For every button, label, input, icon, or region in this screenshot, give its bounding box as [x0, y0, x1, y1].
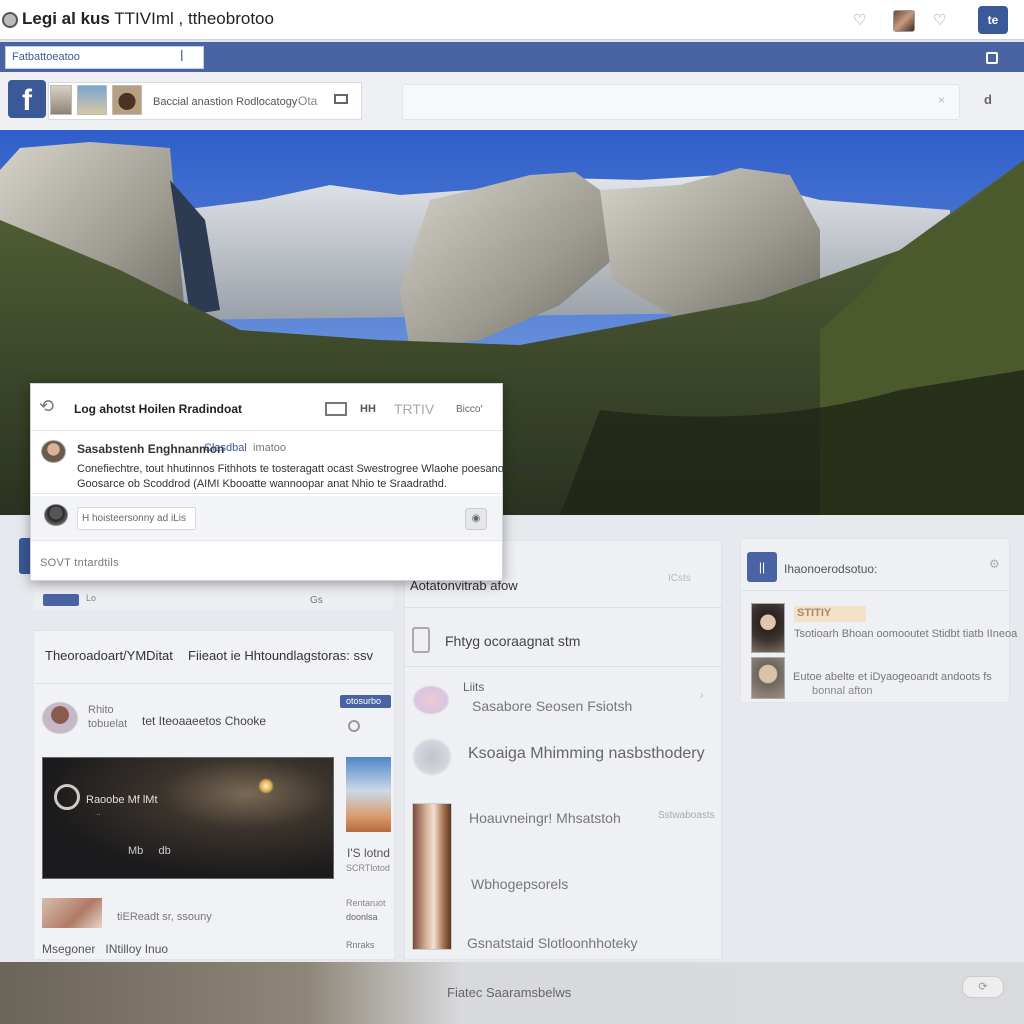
refresh-button[interactable]: ⟳ — [962, 976, 1004, 998]
list-item[interactable]: Ksoaiga Mhimming nasbsthodery — [468, 745, 705, 763]
composer-hint: Lo — [86, 593, 97, 603]
video-subtitle: .. — [86, 808, 112, 817]
post-body-line: Conefiechtre, tout hhutinnos Fithhots te… — [77, 463, 538, 475]
window-title: Legi al kus TTIVIml , ttheobrotoo — [22, 9, 274, 28]
divider — [36, 683, 392, 684]
heart-icon[interactable]: ♡ — [853, 11, 866, 29]
side-caption: Rentaruot — [346, 898, 386, 908]
video-icon[interactable] — [334, 94, 348, 104]
shortcut-label-secondary: Ota — [298, 94, 318, 108]
suggestions-title: Ihaonoerodsotuo: — [784, 562, 878, 576]
suggestion-text[interactable]: Tsotioarh Bhoan oomooutet Stidbt tiatb I… — [794, 628, 1017, 640]
author-tag-link[interactable]: Clasdbal — [204, 442, 247, 454]
avatar — [44, 504, 68, 526]
list-item-label: Liits — [463, 680, 485, 694]
suggestion-subtext: bonnal afton — [812, 685, 873, 697]
post-button[interactable] — [43, 594, 79, 606]
pin-icon[interactable]: ꟾ — [180, 50, 184, 64]
account-button[interactable]: te — [978, 6, 1008, 34]
refresh-icon[interactable]: ⟲ — [39, 396, 54, 417]
bottom-label: Fiatec Saaramsbelws — [447, 985, 572, 1000]
avatar[interactable] — [42, 702, 78, 734]
post-footer: Msegoner INtilloy Inuo — [42, 942, 169, 956]
suggestion-text[interactable]: Eutoe abelte et iDyaogeoandt andoots fs — [793, 671, 992, 683]
clear-search-icon[interactable]: × — [938, 93, 945, 107]
video-icon[interactable] — [325, 402, 347, 416]
pages-icon: || — [747, 552, 777, 582]
post-body-line: Goosarce ob Scoddrod (AIMI Kbooatte wann… — [77, 478, 447, 490]
status-badge-label: STITIY — [797, 607, 832, 619]
search-input[interactable] — [402, 84, 960, 120]
post-card-header-secondary: Fiieaot ie Hhtoundlagstoras: ssv — [188, 648, 373, 663]
dialog-toolbar-label[interactable]: TRTIV — [394, 401, 434, 417]
author-subtitle: tobuelat — [88, 718, 128, 730]
play-icon[interactable] — [54, 784, 80, 810]
composer-count: Gs — [310, 595, 323, 606]
camera-icon[interactable]: ◉ — [465, 508, 487, 530]
author-name[interactable]: Rhito — [88, 704, 114, 716]
side-thumbnail[interactable] — [346, 757, 391, 832]
author-name[interactable]: Sasabstenh Enghnanmon — [77, 442, 224, 456]
side-caption: I'S lotnd — [347, 846, 390, 860]
video-title: Raoobe Mf lMt — [86, 794, 158, 806]
dialog-title: Log ahotst Hoilen Rradindoat — [74, 402, 242, 416]
avatar[interactable] — [751, 603, 785, 653]
dialog-toolbar-label[interactable]: HH — [360, 403, 376, 415]
author-tag: imatoo — [253, 442, 287, 454]
post-card-header: Theoroadoart/YMDitat — [45, 648, 173, 663]
shortcut-thumbnail[interactable] — [77, 85, 107, 115]
facebook-logo-icon[interactable]: f — [8, 80, 46, 118]
menu-icon[interactable] — [986, 52, 998, 64]
flower-icon — [412, 685, 450, 715]
small-thumbnail[interactable] — [42, 898, 102, 928]
divider — [31, 430, 502, 431]
divider — [404, 666, 722, 667]
list-item[interactable]: Wbhogepsorels — [471, 876, 568, 892]
follow-button-label: otosurbo — [346, 696, 382, 706]
divider — [742, 590, 1008, 591]
shortcut-thumbnail[interactable] — [50, 85, 72, 115]
video-light — [258, 778, 274, 794]
video-player[interactable] — [42, 757, 334, 879]
divider — [404, 607, 722, 608]
avatar[interactable] — [751, 657, 785, 699]
story-thumbnail[interactable] — [412, 803, 452, 950]
small-caption: tiEReadt sr, ssouny — [117, 911, 212, 923]
avatar[interactable] — [41, 440, 66, 463]
gear-icon[interactable]: ⚙ — [989, 557, 1000, 571]
divider — [31, 540, 502, 541]
side-caption: Rnraks — [346, 940, 375, 950]
dialog-count: Bicco' — [456, 404, 483, 415]
profile-avatar[interactable] — [893, 10, 915, 32]
site-icon — [2, 12, 18, 28]
divider — [31, 493, 502, 494]
header-tab-label: Fatbattoeatoo — [12, 51, 80, 63]
side-caption-secondary: SCRTlotod — [346, 863, 390, 873]
comment-placeholder: H hoisteersonny ad iLis — [82, 513, 186, 524]
avatar — [412, 738, 452, 776]
activity-meta: ICsts — [668, 573, 691, 584]
location-icon — [348, 720, 360, 732]
shortcut-label[interactable]: Baccial anastion Rodlocatogy — [153, 96, 297, 108]
chevron-right-icon[interactable]: › — [700, 690, 703, 701]
video-controls[interactable]: Mb db — [128, 845, 171, 857]
phone-icon — [412, 627, 430, 653]
list-item-meta: Sstwaboasts — [658, 810, 715, 821]
dialog-footer-link[interactable]: SOVT tntardtils — [40, 557, 119, 569]
side-caption: doonlsa — [346, 912, 378, 922]
list-item[interactable]: Fhtyg ocoraagnat stm — [445, 633, 580, 649]
list-item[interactable]: Sasabore Seosen Fsiotsh — [472, 698, 632, 714]
shortcut-thumbnail[interactable] — [112, 85, 142, 115]
list-item[interactable]: Hoauvneingr! Mhsatstoh — [469, 810, 621, 826]
heart-icon[interactable]: ♡ — [933, 11, 946, 29]
notifications-icon[interactable]: d — [984, 92, 992, 107]
post-heading: tet Iteoaaeetos Chooke — [142, 714, 267, 728]
list-item[interactable]: Gsnatstaid Slotloonhhoteky — [467, 935, 637, 951]
